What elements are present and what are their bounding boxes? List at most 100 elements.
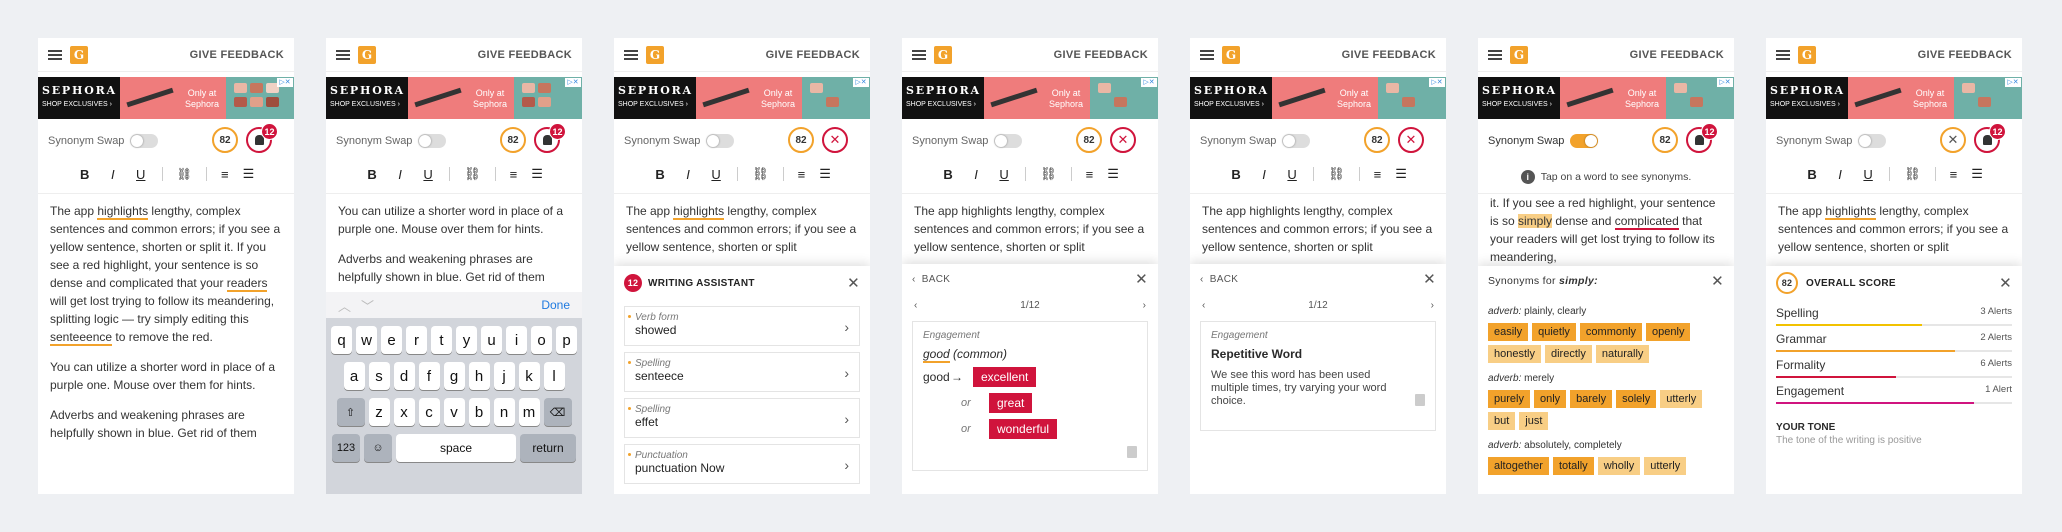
close-icon[interactable]: ✕: [1999, 274, 2012, 292]
bold-button[interactable]: B: [1229, 167, 1243, 182]
give-feedback-button[interactable]: GIVE FEEDBACK: [1054, 49, 1148, 61]
score-row[interactable]: Spelling 3 Alerts: [1766, 300, 2022, 326]
prev-arrow-icon[interactable]: ‹: [914, 300, 917, 311]
synonym-chip[interactable]: directly: [1544, 345, 1592, 363]
bullet-list-icon[interactable]: ☰: [1971, 166, 1983, 182]
close-panel-icon[interactable]: ✕: [1398, 127, 1424, 153]
menu-icon[interactable]: [48, 49, 62, 60]
synonym-chip[interactable]: naturally: [1595, 345, 1650, 363]
underline-button[interactable]: U: [1861, 167, 1875, 182]
backspace-key[interactable]: ⌫: [543, 398, 572, 426]
key-e[interactable]: e: [381, 326, 402, 354]
highlighted-word[interactable]: highlights: [673, 204, 725, 220]
close-icon[interactable]: ✕: [1711, 272, 1724, 290]
give-feedback-button[interactable]: GIVE FEEDBACK: [478, 49, 572, 61]
italic-button[interactable]: I: [393, 167, 407, 182]
trash-icon[interactable]: [1127, 446, 1137, 458]
highlighted-word[interactable]: highlights: [97, 204, 149, 220]
italic-button[interactable]: I: [681, 167, 695, 182]
ordered-list-icon[interactable]: ≡: [1086, 167, 1094, 182]
ad-choices-icon[interactable]: ▷✕: [1429, 78, 1445, 87]
return-key[interactable]: return: [520, 434, 576, 462]
bold-button[interactable]: B: [653, 167, 667, 182]
give-feedback-button[interactable]: GIVE FEEDBACK: [190, 49, 284, 61]
synonym-swap-toggle[interactable]: [1570, 134, 1599, 148]
ad-choices-icon[interactable]: ▷✕: [2005, 78, 2021, 87]
score-circle[interactable]: 82: [500, 127, 526, 153]
suggestion-chip[interactable]: wonderful: [989, 419, 1058, 439]
ad-banner[interactable]: SEPHORA SHOP EXCLUSIVES › Only at Sephora…: [1190, 77, 1446, 119]
key-f[interactable]: f: [418, 362, 440, 390]
synonym-swap-toggle[interactable]: [994, 134, 1023, 148]
ordered-list-icon[interactable]: ≡: [798, 167, 806, 182]
ad-banner[interactable]: SEPHORA SHOP EXCLUSIVES › Only at Sephora…: [326, 77, 582, 119]
score-circle[interactable]: 82: [1364, 127, 1390, 153]
link-icon[interactable]: ⛓: [464, 166, 481, 182]
ordered-list-icon[interactable]: ≡: [1374, 167, 1382, 182]
key-b[interactable]: b: [468, 398, 490, 426]
key-m[interactable]: m: [518, 398, 540, 426]
synonym-chip[interactable]: utterly: [1660, 390, 1703, 408]
key-w[interactable]: w: [356, 326, 377, 354]
synonym-chip[interactable]: honestly: [1488, 345, 1541, 363]
space-key[interactable]: space: [396, 434, 516, 462]
synonym-chip[interactable]: barely: [1570, 390, 1613, 408]
score-circle[interactable]: 82: [1652, 127, 1678, 153]
underline-button[interactable]: U: [709, 167, 723, 182]
alerts-bell-icon[interactable]: 12: [1974, 123, 2006, 153]
link-icon[interactable]: ⛓: [1904, 166, 1921, 182]
bold-button[interactable]: B: [1805, 167, 1819, 182]
score-row[interactable]: Engagement 1 Alert: [1766, 378, 2022, 404]
chevron-up-icon[interactable]: ︿: [338, 296, 351, 315]
synonym-swap-toggle[interactable]: [418, 134, 447, 148]
editor-text[interactable]: The app highlights lengthy, complex sent…: [1778, 202, 2012, 268]
underline-button[interactable]: U: [997, 167, 1011, 182]
bold-button[interactable]: B: [941, 167, 955, 182]
synonym-swap-toggle[interactable]: [706, 134, 735, 148]
synonym-chip[interactable]: totally: [1552, 457, 1594, 475]
synonym-chip[interactable]: wholly: [1597, 457, 1641, 475]
key-p[interactable]: p: [556, 326, 577, 354]
synonym-chip[interactable]: but: [1488, 412, 1516, 430]
key-r[interactable]: r: [406, 326, 427, 354]
link-icon[interactable]: ⛓: [752, 166, 769, 182]
synonym-chip[interactable]: quietly: [1532, 323, 1576, 341]
ad-banner[interactable]: SEPHORA SHOP EXCLUSIVES › Only at Sephora…: [38, 77, 294, 119]
italic-button[interactable]: I: [1833, 167, 1847, 182]
italic-button[interactable]: I: [1257, 167, 1271, 182]
key-z[interactable]: z: [368, 398, 390, 426]
editor-text[interactable]: The app highlights lengthy, complex sent…: [626, 202, 860, 268]
key-x[interactable]: x: [393, 398, 415, 426]
bold-button[interactable]: B: [365, 167, 379, 182]
key-t[interactable]: t: [431, 326, 452, 354]
menu-icon[interactable]: [1488, 49, 1502, 60]
selected-word[interactable]: simply: [1518, 214, 1553, 228]
underline-button[interactable]: U: [421, 167, 435, 182]
link-icon[interactable]: ⛓: [1328, 166, 1345, 182]
key-q[interactable]: q: [331, 326, 352, 354]
key-o[interactable]: o: [531, 326, 552, 354]
underline-button[interactable]: U: [1285, 167, 1299, 182]
underline-button[interactable]: U: [134, 167, 148, 182]
key-a[interactable]: a: [343, 362, 365, 390]
next-arrow-icon[interactable]: ›: [1143, 300, 1146, 311]
numbers-key[interactable]: 123: [332, 434, 360, 462]
shift-key[interactable]: ⇧: [336, 398, 365, 426]
score-row[interactable]: Grammar 2 Alerts: [1766, 326, 2022, 352]
ad-choices-icon[interactable]: ▷✕: [853, 78, 869, 87]
menu-icon[interactable]: [912, 49, 926, 60]
suggestion-chip[interactable]: excellent: [973, 367, 1037, 387]
synonym-chip[interactable]: just: [1519, 412, 1549, 430]
trash-icon[interactable]: [1415, 394, 1425, 406]
key-y[interactable]: y: [456, 326, 477, 354]
italic-button[interactable]: I: [969, 167, 983, 182]
back-button[interactable]: ‹ BACK: [912, 274, 950, 285]
synonym-chip[interactable]: only: [1533, 390, 1567, 408]
score-circle[interactable]: 82: [1076, 127, 1102, 153]
next-arrow-icon[interactable]: ›: [1431, 300, 1434, 311]
highlighted-word[interactable]: highlights: [1825, 204, 1877, 220]
done-button[interactable]: Done: [541, 298, 570, 312]
synonym-swap-toggle[interactable]: [1282, 134, 1311, 148]
alerts-bell-icon[interactable]: 12: [534, 123, 566, 153]
highlighted-word[interactable]: readers: [226, 276, 268, 292]
